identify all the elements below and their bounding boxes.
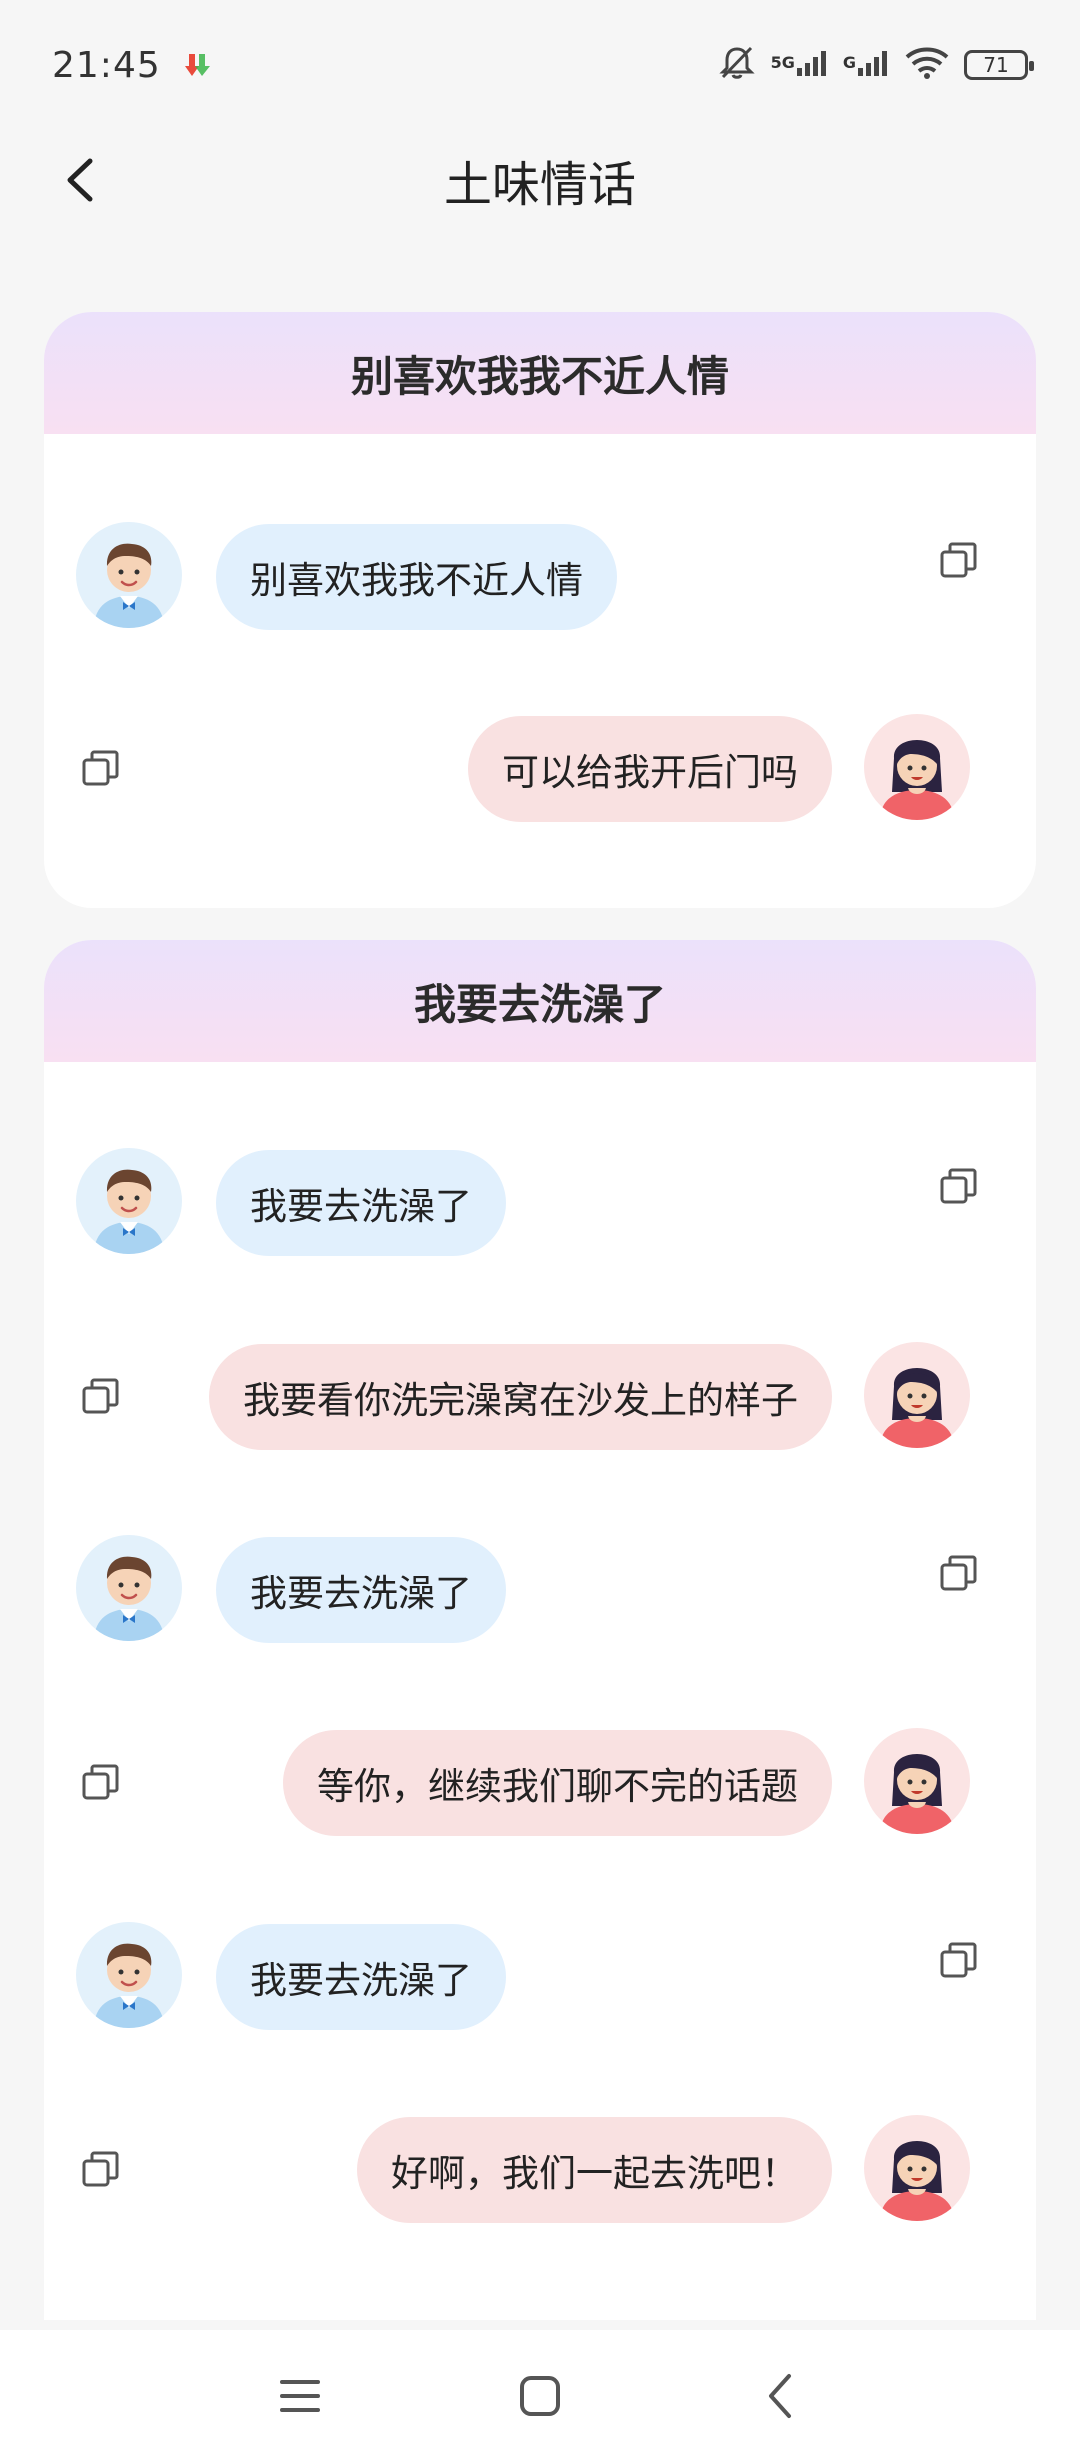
message-bubble-girl[interactable]: 我要看你洗完澡窝在沙发上的样子 <box>209 1344 832 1450</box>
phrase-card: 别喜欢我我不近人情 别喜欢我我不近人情 可以给我开后门吗 <box>44 312 1036 908</box>
battery-indicator: 71 <box>964 50 1034 80</box>
status-bar: 21:45 5G G 71 <box>0 0 1080 130</box>
message-row-girl: 等你，继续我们聊不完的话题 <box>44 1728 1036 1838</box>
message-row-boy: 我要去洗澡了 <box>44 1148 1036 1258</box>
message-row-boy: 我要去洗澡了 <box>44 1922 1036 2032</box>
chevron-left-icon[interactable] <box>50 150 110 210</box>
message-bubble-boy[interactable]: 我要去洗澡了 <box>216 1537 506 1643</box>
boy-avatar <box>76 1148 182 1254</box>
message-row-girl: 可以给我开后门吗 <box>44 714 1036 824</box>
system-nav-bar <box>0 2330 1080 2460</box>
message-bubble-girl[interactable]: 可以给我开后门吗 <box>468 716 832 822</box>
boy-avatar <box>76 1922 182 2028</box>
message-bubble-girl[interactable]: 好啊，我们一起去洗吧！ <box>357 2117 832 2223</box>
girl-avatar <box>864 714 970 820</box>
message-bubble-boy[interactable]: 我要去洗澡了 <box>216 1150 506 1256</box>
copy-icon[interactable] <box>80 1376 122 1418</box>
mute-bell-icon <box>717 43 757 87</box>
header: 土味情话 <box>0 130 1080 230</box>
boy-avatar <box>76 522 182 628</box>
copy-icon[interactable] <box>938 540 980 582</box>
status-icons: 5G G 71 <box>717 43 1034 87</box>
copy-icon[interactable] <box>938 1553 980 1595</box>
girl-avatar <box>864 1342 970 1448</box>
net-g-label: G <box>842 53 856 72</box>
menu-icon[interactable] <box>272 2368 328 2424</box>
message-row-girl: 我要看你洗完澡窝在沙发上的样子 <box>44 1342 1036 1452</box>
girl-avatar <box>864 1728 970 1834</box>
card-header: 别喜欢我我不近人情 <box>44 312 1036 434</box>
message-row-boy: 我要去洗澡了 <box>44 1535 1036 1645</box>
wifi-icon <box>904 45 950 85</box>
message-bubble-boy[interactable]: 别喜欢我我不近人情 <box>216 524 617 630</box>
copy-icon[interactable] <box>80 2149 122 2191</box>
page-title: 土味情话 <box>443 157 636 213</box>
signal-icon <box>795 48 829 82</box>
card-header: 我要去洗澡了 <box>44 940 1036 1062</box>
app-notification-icon <box>183 50 213 80</box>
message-row-boy: 别喜欢我我不近人情 <box>44 522 1036 632</box>
signal-icon-2 <box>856 48 890 82</box>
girl-avatar <box>864 2115 970 2221</box>
card-title: 别喜欢我我不近人情 <box>350 351 729 401</box>
copy-icon[interactable] <box>80 748 122 790</box>
copy-icon[interactable] <box>938 1940 980 1982</box>
message-bubble-boy[interactable]: 我要去洗澡了 <box>216 1924 506 2030</box>
home-icon[interactable] <box>512 2368 568 2424</box>
copy-icon[interactable] <box>80 1762 122 1804</box>
boy-avatar <box>76 1535 182 1641</box>
card-title: 我要去洗澡了 <box>413 979 666 1029</box>
copy-icon[interactable] <box>938 1166 980 1208</box>
message-row-girl: 好啊，我们一起去洗吧！ <box>44 2115 1036 2225</box>
back-icon[interactable] <box>752 2368 808 2424</box>
status-time: 21:45 <box>52 44 161 86</box>
phrase-card: 我要去洗澡了 我要去洗澡了 我要看你洗完澡窝在沙发上的样子 我要去洗澡了 等你，… <box>44 940 1036 2320</box>
net-5g-label: 5G <box>770 53 795 72</box>
message-bubble-girl[interactable]: 等你，继续我们聊不完的话题 <box>283 1730 832 1836</box>
